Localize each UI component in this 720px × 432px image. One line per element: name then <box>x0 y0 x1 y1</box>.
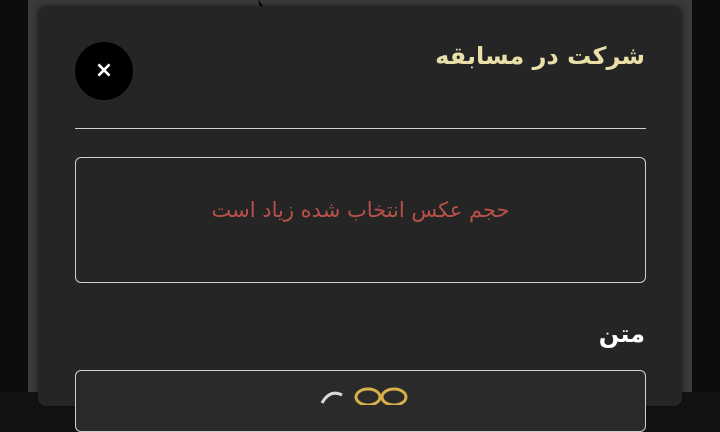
contest-entry-modal: شرکت در مسابقه × حجم عکس انتخاب شده زیاد… <box>38 6 682 432</box>
backdrop-right-edge <box>692 0 720 392</box>
error-message: حجم عکس انتخاب شده زیاد است <box>211 198 510 222</box>
header-divider <box>75 128 646 129</box>
backdrop-left-edge <box>0 0 28 392</box>
error-alert: حجم عکس انتخاب شده زیاد است <box>75 157 646 283</box>
modal-title: شرکت در مسابقه <box>435 42 645 70</box>
close-button[interactable]: × <box>75 42 133 100</box>
close-icon: × <box>94 58 114 83</box>
text-input-content <box>320 387 408 405</box>
text-field-label: متن <box>598 320 645 348</box>
text-input[interactable] <box>75 370 646 432</box>
